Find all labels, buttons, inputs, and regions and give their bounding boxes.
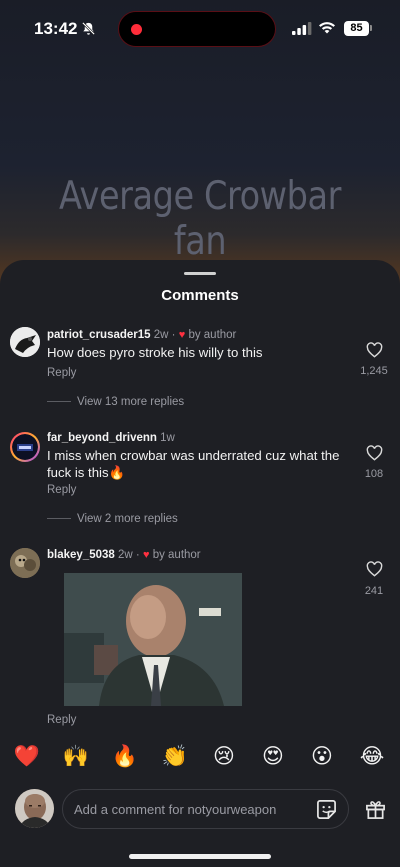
like-count: 241 <box>364 585 384 597</box>
like-heart-icon[interactable] <box>366 561 383 577</box>
cellular-signal-icon <box>292 22 312 35</box>
like-heart-icon[interactable] <box>366 342 383 358</box>
emoji-crying-button[interactable]: 😢 <box>209 742 239 772</box>
sheet-title: Comments <box>161 287 239 304</box>
comment-text: I miss when crowbar was underrated cuz w… <box>47 448 340 480</box>
comment-username[interactable]: blakey_5038 <box>47 549 115 561</box>
comment-username[interactable]: far_beyond_drivenn <box>47 432 157 444</box>
reply-button[interactable]: Reply <box>47 714 76 726</box>
emoji-raised-hands-button[interactable]: 🙌 <box>61 742 91 772</box>
comment-header: blakey_5038 2w · ♥ by author <box>47 549 201 561</box>
comment-username[interactable]: patriot_crusader15 <box>47 329 151 341</box>
home-indicator[interactable] <box>129 854 271 859</box>
wifi-icon <box>319 22 335 34</box>
like-count: 108 <box>364 468 384 480</box>
avatar[interactable] <box>10 432 40 462</box>
view-replies-button[interactable]: View 13 more replies <box>47 396 184 408</box>
reply-button[interactable]: Reply <box>47 367 76 379</box>
comment-header: far_beyond_drivenn 1w <box>47 432 175 444</box>
liked-by-author-label: by author <box>152 549 201 561</box>
composer-avatar <box>15 789 54 828</box>
avatar-image <box>10 548 40 578</box>
status-time: 13:42 <box>34 19 78 38</box>
composer-avatar-image <box>15 789 54 828</box>
dot-separator: · <box>171 329 176 341</box>
avatar-image <box>10 327 40 357</box>
emoji-fire-button[interactable]: 🔥 <box>110 742 140 772</box>
gift-icon[interactable] <box>365 799 386 820</box>
comment-input[interactable]: Add a comment for notyourweapon <box>62 789 349 829</box>
replies-divider-line <box>47 401 71 403</box>
mute-bell-icon <box>82 22 95 35</box>
video-caption: Average Crowbar fan <box>59 174 341 264</box>
screen: Average Crowbar fan 13:42 85 Comments pa… <box>0 0 400 867</box>
comment-text: How does pyro stroke his willy to this <box>47 345 263 360</box>
gif-frame <box>64 573 242 706</box>
view-replies-label: View 2 more replies <box>77 513 178 525</box>
replies-divider-line <box>47 518 71 520</box>
avatar[interactable] <box>10 548 40 578</box>
battery-icon: 85 <box>344 21 369 36</box>
status-bar: 13:42 85 <box>0 0 400 60</box>
comment-input-placeholder: Add a comment for notyourweapon <box>74 802 277 817</box>
reply-button[interactable]: Reply <box>47 484 76 496</box>
view-replies-label: View 13 more replies <box>77 396 185 408</box>
author-heart-icon: ♥ <box>178 329 186 341</box>
comment-gif-image[interactable] <box>64 573 242 706</box>
comment-age: 1w <box>160 432 175 444</box>
liked-by-author-label: by author <box>188 329 237 341</box>
like-heart-icon[interactable] <box>366 445 383 461</box>
comment-header: patriot_crusader15 2w · ♥ by author <box>47 329 236 341</box>
sticker-icon[interactable] <box>316 799 337 820</box>
comment-age: 2w <box>118 549 133 561</box>
emoji-heart-eyes-button[interactable]: 😍 <box>258 742 288 772</box>
dynamic-island[interactable] <box>118 11 276 47</box>
emoji-reaction-bar: ❤️ 🙌 🔥 👏 😢 😍 😮 😂 <box>0 742 400 782</box>
avatar[interactable] <box>10 327 40 357</box>
sheet-drag-handle[interactable] <box>184 272 216 275</box>
dot-separator: · <box>135 549 140 561</box>
like-count: 1,245 <box>360 365 388 377</box>
emoji-heart-button[interactable]: ❤️ <box>12 742 42 772</box>
author-heart-icon: ♥ <box>142 549 150 561</box>
emoji-laughing-button[interactable]: 😂 <box>357 742 387 772</box>
comment-age: 2w <box>153 329 169 341</box>
battery-tip <box>370 25 372 31</box>
emoji-clap-button[interactable]: 👏 <box>160 742 190 772</box>
avatar-image <box>12 434 38 460</box>
emoji-surprised-button[interactable]: 😮 <box>307 742 337 772</box>
view-replies-button[interactable]: View 2 more replies <box>47 513 178 525</box>
recording-dot-icon <box>131 24 142 35</box>
